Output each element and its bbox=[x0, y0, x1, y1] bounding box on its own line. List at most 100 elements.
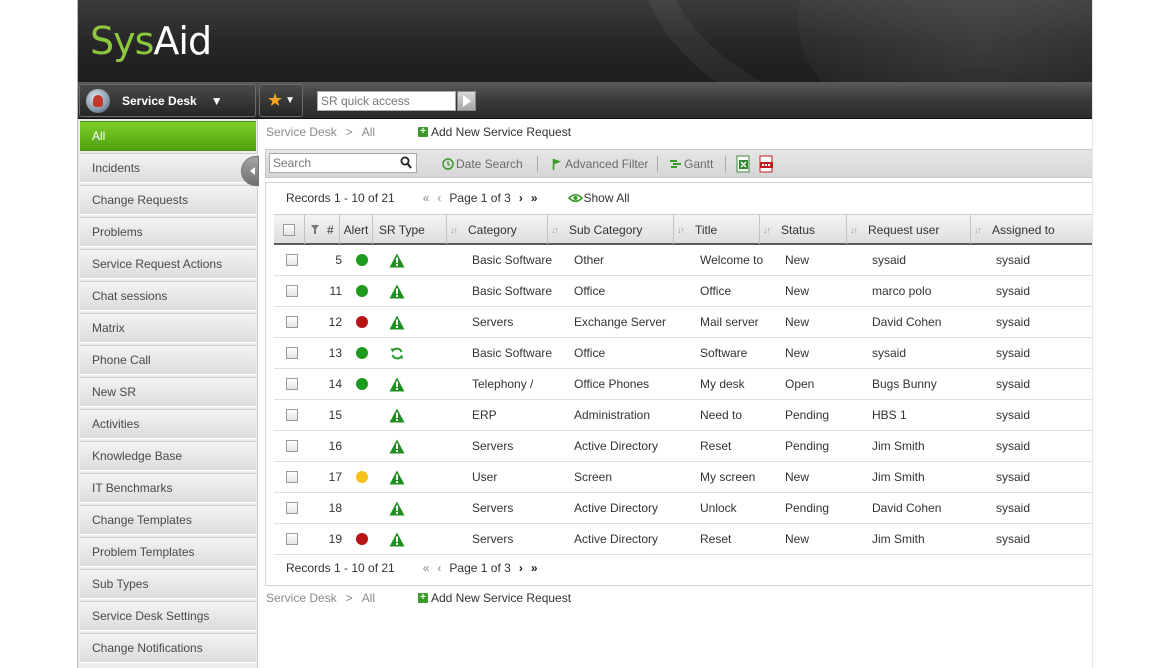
column-header-category[interactable]: ↓↑ Category bbox=[447, 215, 548, 244]
column-header-sub-category[interactable]: ↓↑ Sub Category bbox=[548, 215, 674, 244]
sidebar-item-all[interactable]: All bbox=[80, 121, 256, 151]
column-header-status[interactable]: ↓↑ Status bbox=[760, 215, 847, 244]
breadcrumb-service-desk[interactable]: Service Desk bbox=[266, 125, 337, 139]
table-row[interactable]: 11 Basic Software Office Office New marco pol… bbox=[274, 276, 1092, 307]
sidebar-item-phone-call[interactable]: Phone Call bbox=[80, 345, 256, 375]
table-row[interactable]: 5 Basic Software Other Welcome to New sysaid s… bbox=[274, 245, 1092, 276]
alert-cell bbox=[356, 245, 370, 275]
cell-title: Mail server bbox=[700, 315, 759, 329]
sidebar-item-knowledge-base[interactable]: Knowledge Base bbox=[80, 441, 256, 471]
column-header-sr-type[interactable]: SR Type bbox=[373, 215, 447, 244]
next-page-button[interactable]: › bbox=[519, 191, 523, 205]
sidebar-item-incidents[interactable]: Incidents bbox=[80, 153, 256, 183]
row-checkbox[interactable] bbox=[286, 409, 298, 421]
sidebar-item-matrix[interactable]: Matrix bbox=[80, 313, 256, 343]
sidebar-item-label: Change Notifications bbox=[92, 641, 203, 655]
gantt-label: Gantt bbox=[684, 157, 714, 171]
sort-icon: ↓↑ bbox=[974, 224, 982, 235]
row-checkbox[interactable] bbox=[286, 471, 298, 483]
table-row[interactable]: 19 Servers Active Directory Reset New Jim Smi… bbox=[274, 524, 1092, 555]
last-page-button[interactable]: » bbox=[531, 191, 538, 205]
row-checkbox[interactable] bbox=[286, 316, 298, 328]
first-page-button[interactable]: « bbox=[423, 191, 430, 205]
search-input[interactable] bbox=[270, 154, 396, 172]
sidebar-item-change-notifications[interactable]: Change Notifications bbox=[80, 633, 256, 663]
prev-page-button[interactable]: ‹ bbox=[437, 561, 441, 575]
column-header-request-user[interactable]: ↓↑ Request user bbox=[847, 215, 971, 244]
add-new-service-request-link[interactable]: + Add New Service Request bbox=[418, 125, 571, 139]
sidebar-item-service-request-actions[interactable]: Service Request Actions bbox=[80, 249, 256, 279]
gantt-button[interactable]: Gantt bbox=[669, 156, 713, 172]
cell-category: Servers bbox=[472, 315, 514, 329]
sidebar-item-new-sr[interactable]: New SR bbox=[80, 377, 256, 407]
sidebar-item-activities[interactable]: Activities bbox=[80, 409, 256, 439]
incident-warning-icon bbox=[389, 501, 405, 515]
cell-sub: Administration bbox=[574, 408, 651, 422]
cell-status: New bbox=[785, 284, 810, 298]
filter-icon bbox=[311, 225, 319, 234]
sidebar-item-label: Knowledge Base bbox=[92, 449, 183, 463]
cell-assigned: sysaid bbox=[996, 253, 1031, 267]
column-header-title[interactable]: ↓↑ Title bbox=[674, 215, 760, 244]
table-row[interactable]: 12 Servers Exchange Server Mail server New Da… bbox=[274, 307, 1092, 338]
prev-page-button[interactable]: ‹ bbox=[437, 191, 441, 205]
show-all-button[interactable]: Show All bbox=[567, 191, 630, 205]
table-row[interactable]: 18 Servers Active Directory Unlock Pending Da… bbox=[274, 493, 1092, 524]
row-checkbox[interactable] bbox=[286, 533, 298, 545]
pdf-export-icon[interactable] bbox=[759, 155, 774, 173]
excel-export-icon[interactable] bbox=[736, 155, 751, 173]
column-header-id[interactable]: # bbox=[305, 215, 340, 244]
incident-warning-icon bbox=[389, 439, 405, 453]
service-desk-module-menu[interactable]: Service Desk ▼ bbox=[79, 84, 256, 117]
sidebar-item-it-benchmarks[interactable]: IT Benchmarks bbox=[80, 473, 256, 503]
add-new-service-request-link[interactable]: + Add New Service Request bbox=[418, 591, 571, 605]
sidebar-item-label: Problem Templates bbox=[92, 545, 195, 559]
alert-cell bbox=[356, 493, 370, 523]
cell-title: Welcome to bbox=[700, 253, 764, 267]
table-row[interactable]: 17 User Screen My screen New Jim Smith sysaid bbox=[274, 462, 1092, 493]
search-icon[interactable] bbox=[400, 156, 412, 170]
row-checkbox[interactable] bbox=[286, 347, 298, 359]
select-all-checkbox[interactable] bbox=[283, 223, 295, 236]
sysaid-logo: SysAid bbox=[90, 18, 212, 64]
sidebar-item-sub-types[interactable]: Sub Types bbox=[80, 569, 256, 599]
first-page-button[interactable]: « bbox=[423, 561, 430, 575]
table-header: # Alert SR Type ↓↑ Category ↓↑ Sub Categ… bbox=[274, 214, 1092, 245]
cell-assigned: sysaid bbox=[996, 532, 1031, 546]
dropdown-caret-icon: ▼ bbox=[285, 95, 296, 106]
sidebar-item-chat-sessions[interactable]: Chat sessions bbox=[80, 281, 256, 311]
last-page-button[interactable]: » bbox=[531, 561, 538, 575]
row-checkbox[interactable] bbox=[286, 285, 298, 297]
cell-title: My desk bbox=[700, 377, 745, 391]
sort-icon: ↓↑ bbox=[850, 224, 858, 235]
sidebar-item-change-templates[interactable]: Change Templates bbox=[80, 505, 256, 535]
sr-quick-access-go-button[interactable] bbox=[457, 91, 476, 111]
column-header-assigned-to[interactable]: ↓↑ Assigned to bbox=[971, 215, 1092, 244]
sidebar-item-problems[interactable]: Problems bbox=[80, 217, 256, 247]
next-page-button[interactable]: › bbox=[519, 561, 523, 575]
sidebar-item-change-requests[interactable]: Change Requests bbox=[80, 185, 256, 215]
sr-quick-access-input[interactable] bbox=[317, 91, 456, 111]
date-search-button[interactable]: Date Search bbox=[442, 156, 523, 172]
cell-user: sysaid bbox=[872, 253, 907, 267]
table-row[interactable]: 14 Telephony / Office Phones My desk Open Bug… bbox=[274, 369, 1092, 400]
row-checkbox[interactable] bbox=[286, 378, 298, 390]
cell-user: David Cohen bbox=[872, 315, 942, 329]
alert-green-dot-icon bbox=[356, 378, 368, 390]
breadcrumb-service-desk[interactable]: Service Desk bbox=[266, 591, 337, 605]
sidebar-item-service-desk-settings[interactable]: Service Desk Settings bbox=[80, 601, 256, 631]
table-row[interactable]: 15 ERP Administration Need to Pending HBS 1 sy… bbox=[274, 400, 1092, 431]
row-checkbox[interactable] bbox=[286, 254, 298, 266]
column-header-alert[interactable]: Alert bbox=[340, 215, 373, 244]
change-request-icon bbox=[390, 347, 404, 359]
row-checkbox[interactable] bbox=[286, 502, 298, 514]
cell-status: New bbox=[785, 315, 810, 329]
cell-sub: Active Directory bbox=[574, 501, 659, 515]
row-checkbox[interactable] bbox=[286, 440, 298, 452]
table-row[interactable]: 13 Basic Software Office Software New sysaid s… bbox=[274, 338, 1092, 369]
sidebar-item-problem-templates[interactable]: Problem Templates bbox=[80, 537, 256, 567]
favorites-menu[interactable]: ★ ▼ bbox=[259, 84, 303, 117]
cell-status: New bbox=[785, 253, 810, 267]
table-row[interactable]: 16 Servers Active Directory Reset Pending Jim… bbox=[274, 431, 1092, 462]
advanced-filter-button[interactable]: Advanced Filter bbox=[552, 156, 648, 172]
